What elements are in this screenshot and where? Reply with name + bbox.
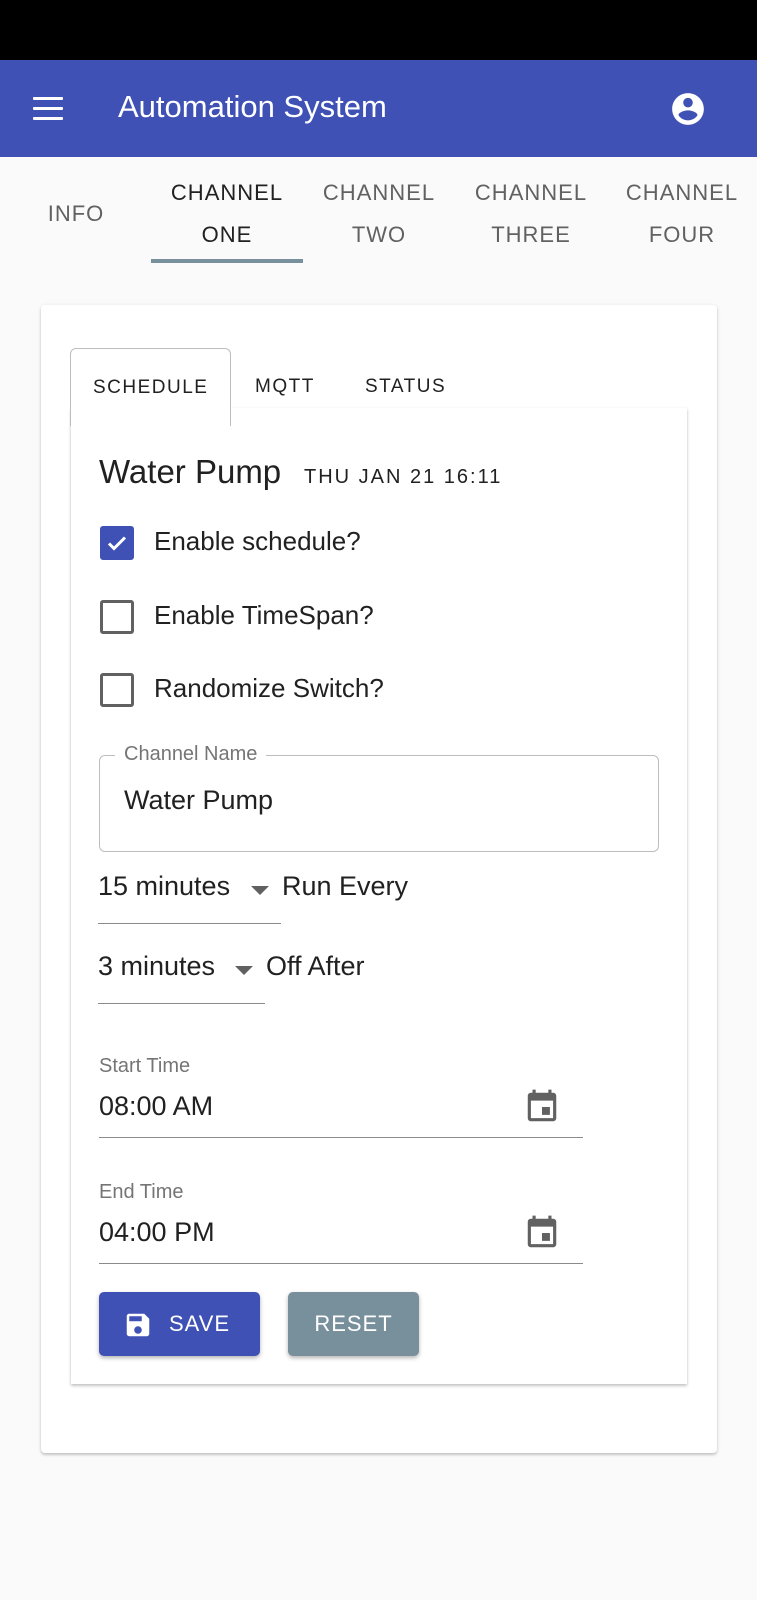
run-every-label: Run Every <box>282 871 409 901</box>
check-icon <box>107 536 127 551</box>
tab-label-line1: CHANNEL <box>322 180 436 205</box>
run-every-select[interactable]: 15 minutes <box>98 866 281 924</box>
calendar-icon[interactable] <box>523 1088 561 1126</box>
tab-label: INFO <box>47 201 105 226</box>
enable-schedule-checkbox[interactable] <box>100 526 134 560</box>
tab-label-line1: CHANNEL <box>625 180 739 205</box>
randomize-switch-checkbox[interactable] <box>100 673 134 707</box>
start-time-value: 08:00 AM <box>99 1091 214 1121</box>
tab-channel-three[interactable]: CHANNEL THREE <box>455 172 607 256</box>
end-time-label: End Time <box>99 1181 184 1203</box>
off-after-select[interactable]: 3 minutes <box>98 946 265 1004</box>
dropdown-arrow-icon <box>251 886 269 895</box>
channel-title: Water Pump <box>99 453 282 490</box>
tab-channel-one[interactable]: CHANNEL ONE <box>151 172 303 256</box>
tab-info[interactable]: INFO <box>0 193 152 235</box>
tab-label-line2: ONE <box>201 222 253 247</box>
reset-button-label: RESET <box>314 1311 393 1336</box>
reset-button[interactable]: RESET <box>288 1292 419 1356</box>
tab-label-line1: CHANNEL <box>170 180 284 205</box>
tab-label-line2: THREE <box>491 222 571 247</box>
channel-name-value[interactable]: Water Pump <box>124 785 273 816</box>
channel-datetime: THU JAN 21 16:11 <box>304 466 503 488</box>
tab-channel-two[interactable]: CHANNEL TWO <box>303 172 455 256</box>
off-after-label: Off After <box>266 951 365 981</box>
app-title: Automation System <box>118 89 387 124</box>
end-time-value: 04:00 PM <box>99 1217 215 1247</box>
enable-timespan-checkbox[interactable] <box>100 600 134 634</box>
calendar-icon[interactable] <box>523 1214 561 1252</box>
tab-label-line2: TWO <box>351 222 407 247</box>
end-time-field[interactable]: 04:00 PM <box>99 1212 583 1264</box>
start-time-field[interactable]: 08:00 AM <box>99 1086 583 1138</box>
run-every-value: 15 minutes <box>98 871 231 901</box>
start-time-label: Start Time <box>99 1055 191 1077</box>
save-button[interactable]: SAVE <box>99 1292 260 1356</box>
enable-schedule-label: Enable schedule? <box>154 526 361 556</box>
active-tab-indicator <box>151 259 303 263</box>
status-bar <box>0 0 757 60</box>
enable-timespan-label: Enable TimeSpan? <box>154 600 374 630</box>
channel-name-label: Channel Name <box>115 743 267 766</box>
tab-label-line1: CHANNEL <box>474 180 588 205</box>
tab-channel-four[interactable]: CHANNEL FOUR <box>606 172 757 256</box>
tab-label-line2: FOUR <box>648 222 716 247</box>
menu-icon[interactable] <box>31 97 65 121</box>
off-after-value: 3 minutes <box>98 951 216 981</box>
save-icon <box>123 1310 153 1340</box>
account-circle-icon[interactable] <box>669 90 707 128</box>
subtab-schedule[interactable]: SCHEDULE <box>70 348 232 426</box>
randomize-switch-label: Randomize Switch? <box>154 673 384 703</box>
dropdown-arrow-icon <box>235 966 253 975</box>
save-button-label: SAVE <box>169 1311 231 1336</box>
